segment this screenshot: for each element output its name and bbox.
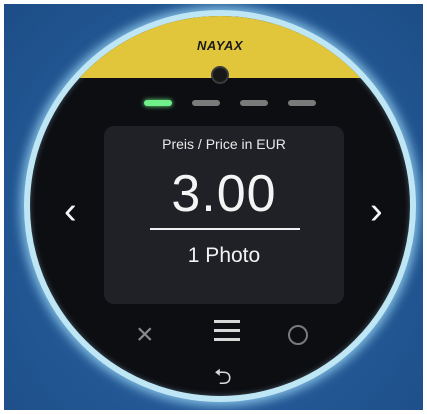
step-indicator: [144, 100, 324, 108]
camera-lens: [211, 66, 229, 84]
display-screen: Preis / Price in EUR 3.00 1 Photo: [104, 126, 344, 304]
next-button[interactable]: ›: [370, 192, 383, 230]
menu-button[interactable]: [214, 320, 240, 342]
product-label: 1 Photo: [187, 244, 261, 267]
step-indicator-2: [192, 100, 220, 106]
x-icon: ×: [136, 318, 154, 351]
back-button[interactable]: ⮌: [214, 360, 232, 396]
cancel-button[interactable]: ×: [136, 318, 154, 352]
previous-button[interactable]: ‹: [64, 192, 77, 230]
price-underline: [150, 228, 300, 230]
return-arrow-icon: ⮌: [214, 364, 232, 389]
chevron-left-icon: ‹: [64, 190, 77, 232]
ok-button[interactable]: [288, 325, 308, 345]
brand-logo: NAYAX: [196, 38, 244, 53]
menu-icon: [214, 320, 240, 323]
step-indicator-3: [240, 100, 268, 106]
price-label: Preis / Price in EUR: [162, 136, 286, 152]
step-indicator-1: [144, 100, 172, 106]
chevron-right-icon: ›: [370, 190, 383, 232]
payment-terminal: NAYAX ‹ Preis / Price in EUR 3.00 1 Phot…: [24, 10, 416, 402]
photo-background: NAYAX ‹ Preis / Price in EUR 3.00 1 Phot…: [4, 4, 423, 410]
price-value: 3.00: [171, 165, 277, 223]
step-indicator-4: [288, 100, 316, 106]
